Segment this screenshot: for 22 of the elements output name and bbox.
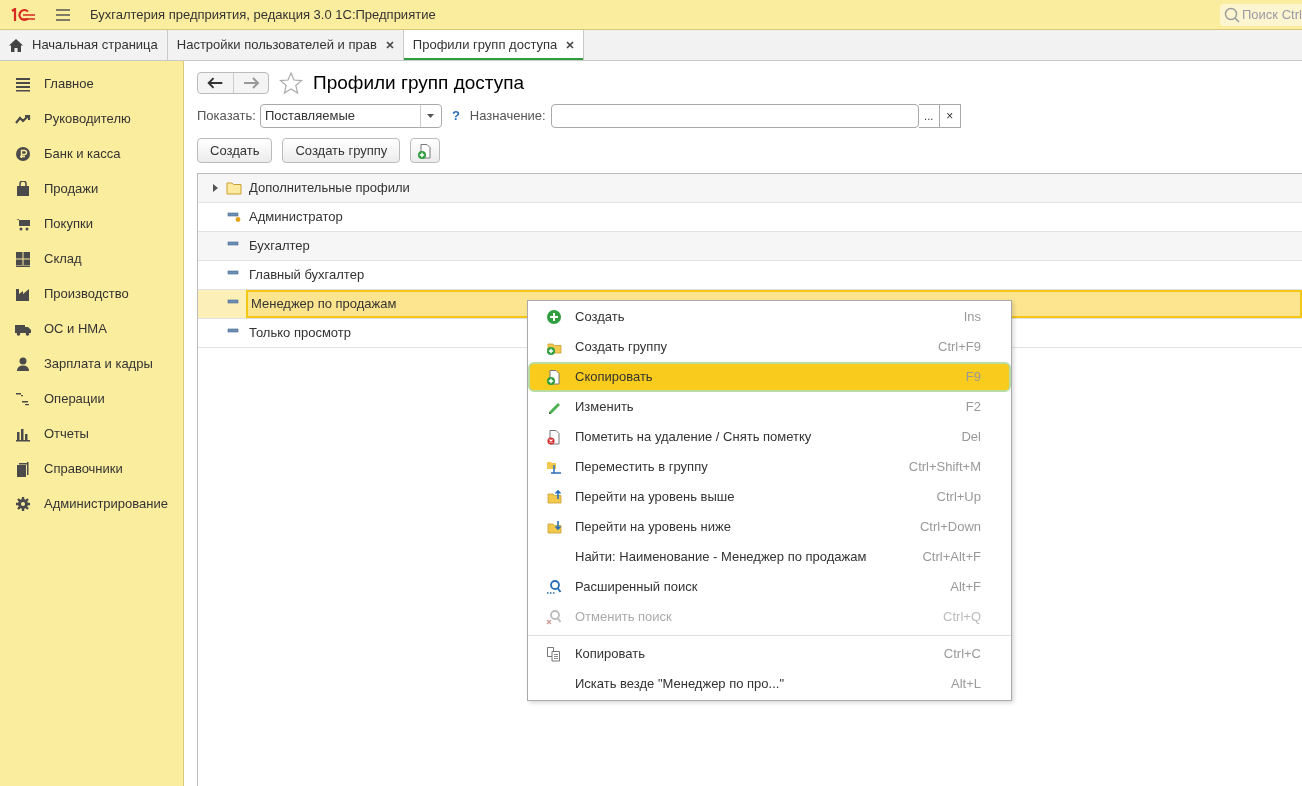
shortcut-label: Ctrl+Alt+F (922, 548, 981, 567)
shortcut-label: Ctrl+Down (919, 518, 981, 537)
row-label: Дополнительные профили (248, 179, 410, 198)
shortcut-label: Ctrl+Up (936, 488, 981, 507)
shortcut-label: Del (961, 428, 981, 447)
shortcut-label: Ctrl+C (943, 645, 981, 664)
page-title: Профили групп доступа (313, 70, 525, 95)
purpose-label: Назначение: (469, 107, 546, 126)
shortcut-label: Ctrl+Q (943, 608, 981, 627)
shortcut-label: Ctrl+Shift+M (908, 458, 981, 477)
show-label: Показать: (197, 107, 256, 126)
row-label: Только просмотр (248, 324, 351, 343)
row-label: Бухгалтер (248, 237, 310, 256)
search-placeholder: Поиск Ctrl (1242, 5, 1302, 24)
app-title: Бухгалтерия предприятия, редакция 3.0 1С:Предприятие (90, 5, 436, 24)
row-label: Администратор (248, 208, 343, 227)
shortcut-label: F2 (965, 398, 981, 417)
shortcut-label: Ctrl+F9 (938, 338, 981, 357)
row-label: Главный бухгалтер (248, 266, 365, 285)
shortcut-label: F9 (965, 368, 981, 387)
shortcut-label: Alt+F (950, 578, 981, 597)
shortcut-label: Alt+L (951, 675, 981, 694)
